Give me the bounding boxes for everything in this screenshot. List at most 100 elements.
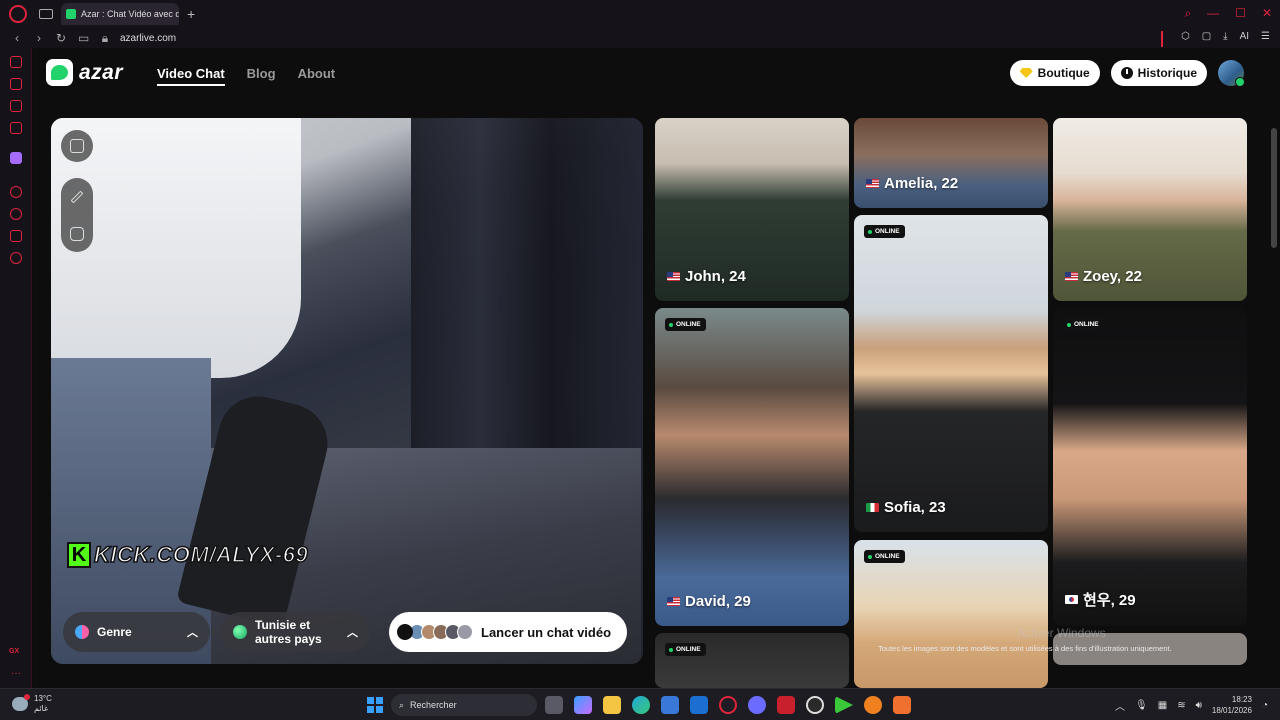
face-filter-icon[interactable] (70, 226, 84, 241)
page-scrollbar[interactable] (1268, 48, 1280, 688)
camera-icon[interactable]: ▭ (78, 31, 89, 45)
gender-label: Genre (97, 625, 132, 639)
expand-video-button[interactable] (61, 130, 93, 162)
player-icon[interactable] (835, 696, 853, 714)
volume-icon[interactable]: 🔊︎ (1196, 700, 1202, 711)
sidebar-settings-icon[interactable] (10, 252, 22, 264)
back-icon[interactable]: ‹ (12, 31, 22, 45)
sidebar-gx-label[interactable]: GX (9, 648, 19, 655)
azar-logo-icon (46, 59, 73, 86)
bandicam-icon[interactable] (777, 696, 795, 714)
forward-icon[interactable]: › (34, 31, 44, 45)
us-flag-icon (1065, 272, 1078, 281)
online-badge: ONLINE (864, 550, 905, 563)
sidebar-extensions-icon[interactable] (10, 230, 22, 242)
sidebar-twitch-icon[interactable] (10, 152, 22, 164)
profile-name: John, 24 (667, 268, 746, 285)
chevron-up-icon[interactable]: ︿ (1115, 698, 1125, 713)
snapshot-icon[interactable]: ▢ (1202, 31, 1211, 47)
minimize-icon[interactable]: — (1207, 6, 1219, 21)
notification-icon[interactable]: ◔ (1262, 700, 1268, 711)
file-explorer-icon[interactable] (603, 696, 621, 714)
sidebar-more-icon[interactable]: ··· (11, 668, 21, 679)
profile-card[interactable]: ONLINE David, 29 (655, 308, 849, 626)
sidebar-player-icon[interactable] (10, 186, 22, 198)
windows-taskbar: 13°C غائم ⌕ Rechercher ︿ 🎙︎ ▦ ≋ 🔊︎ 18:23… (0, 688, 1280, 720)
opera-gx-icon[interactable] (719, 696, 737, 714)
cloud-icon (12, 694, 30, 711)
steam-icon[interactable] (806, 696, 824, 714)
sidebar-news-icon[interactable] (10, 122, 22, 134)
user-avatar[interactable] (1218, 60, 1245, 87)
nav-video-chat[interactable]: Video Chat (157, 66, 225, 86)
taskbar-search[interactable]: ⌕ Rechercher (391, 694, 537, 716)
gender-filter-button[interactable]: Genre ︿ (63, 612, 210, 652)
magic-wand-icon[interactable] (70, 190, 84, 203)
profile-card[interactable]: ONLINE (854, 540, 1048, 688)
taskbar-apps (545, 696, 911, 714)
address-divider (1160, 31, 1163, 47)
profile-card[interactable]: ONLINE Sofia, 23 (854, 215, 1048, 532)
ai-button[interactable]: AI (1240, 31, 1249, 47)
scrollbar-thumb[interactable] (1271, 128, 1277, 248)
new-tab-button[interactable]: + (187, 6, 195, 22)
sidebar-messenger-icon[interactable] (10, 100, 22, 112)
globe-icon (233, 625, 247, 639)
azar-page: azar Video Chat Blog About Boutique Hist… (33, 48, 1268, 688)
clock[interactable]: 18:23 18/01/2026 (1212, 694, 1252, 716)
profile-card[interactable]: John, 24 (655, 118, 849, 301)
opera-menu-icon[interactable] (9, 5, 27, 23)
launch-video-chat-button[interactable]: Lancer un chat vidéo (389, 612, 628, 652)
online-badge: ONLINE (864, 225, 905, 238)
profile-card[interactable]: Zoey, 22 (1053, 118, 1247, 301)
online-dot-icon (669, 322, 673, 327)
system-tray: ︿ 🎙︎ ▦ ≋ 🔊︎ 18:23 18/01/2026 ◔ (1115, 694, 1268, 716)
tab-islands-icon[interactable] (39, 9, 53, 19)
boutique-button[interactable]: Boutique (1009, 60, 1100, 86)
store-icon[interactable] (661, 696, 679, 714)
edge-icon[interactable] (632, 696, 650, 714)
azar-logo[interactable]: azar (46, 59, 123, 86)
historique-label: Historique (1137, 66, 1197, 80)
header-actions: Boutique Historique (1009, 60, 1245, 87)
outlook-icon[interactable] (690, 696, 708, 714)
extensions-icon[interactable]: ⬡ (1181, 31, 1190, 47)
sidebar-gx-control-icon[interactable] (10, 56, 22, 68)
browser-tab[interactable]: Azar : Chat Vidéo avec de × (61, 3, 179, 25)
url-field[interactable]: azarlive.com (120, 33, 176, 44)
search-app-icon[interactable] (864, 696, 882, 714)
browser-sidebar: GX ··· (0, 48, 32, 688)
country-filter-button[interactable]: Tunisie et autres pays ︿ (221, 612, 370, 652)
microphone-icon[interactable]: 🎙︎ (1135, 700, 1148, 711)
maximize-icon[interactable]: ☐ (1235, 6, 1246, 21)
download-icon[interactable]: ⤓ (1223, 31, 1227, 47)
search-icon: ⌕ (399, 699, 405, 710)
lock-icon: 🔒︎ (101, 30, 109, 45)
vlc-icon[interactable] (893, 696, 911, 714)
profile-card[interactable]: ONLINE 현우, 29 (1053, 308, 1247, 626)
kick-logo-icon: K (67, 542, 91, 568)
azar-favicon-icon (66, 9, 76, 19)
browser-tab-bar: Azar : Chat Vidéo avec de × + ⌕ — ☐ ✕ (0, 0, 1280, 28)
historique-button[interactable]: Historique (1110, 60, 1207, 86)
discord-icon[interactable] (748, 696, 766, 714)
start-button[interactable] (367, 697, 383, 713)
sidebar-history-icon[interactable] (10, 208, 22, 220)
profile-card[interactable]: Amelia, 22 (854, 118, 1048, 208)
kick-watermark: K KICK.COM/ALYX-69 (67, 541, 308, 568)
copilot-icon[interactable] (574, 696, 592, 714)
nav-blog[interactable]: Blog (247, 66, 276, 86)
gender-icon (75, 625, 89, 639)
search-tabs-icon[interactable]: ⌕ (1184, 6, 1191, 21)
sidebar-gx-corner-icon[interactable] (10, 78, 22, 90)
weather-widget[interactable]: 13°C غائم (12, 694, 52, 714)
wifi-icon[interactable]: ≋ (1177, 700, 1185, 711)
task-view-icon[interactable] (545, 696, 563, 714)
network-icon[interactable]: ▦ (1158, 700, 1167, 711)
reload-icon[interactable]: ↻ (56, 31, 66, 45)
close-window-icon[interactable]: ✕ (1262, 6, 1272, 21)
nav-about[interactable]: About (298, 66, 336, 86)
easy-setup-icon[interactable]: ☰ (1261, 31, 1270, 47)
launch-label: Lancer un chat vidéo (481, 624, 612, 640)
profile-card[interactable]: ONLINE (655, 633, 849, 688)
